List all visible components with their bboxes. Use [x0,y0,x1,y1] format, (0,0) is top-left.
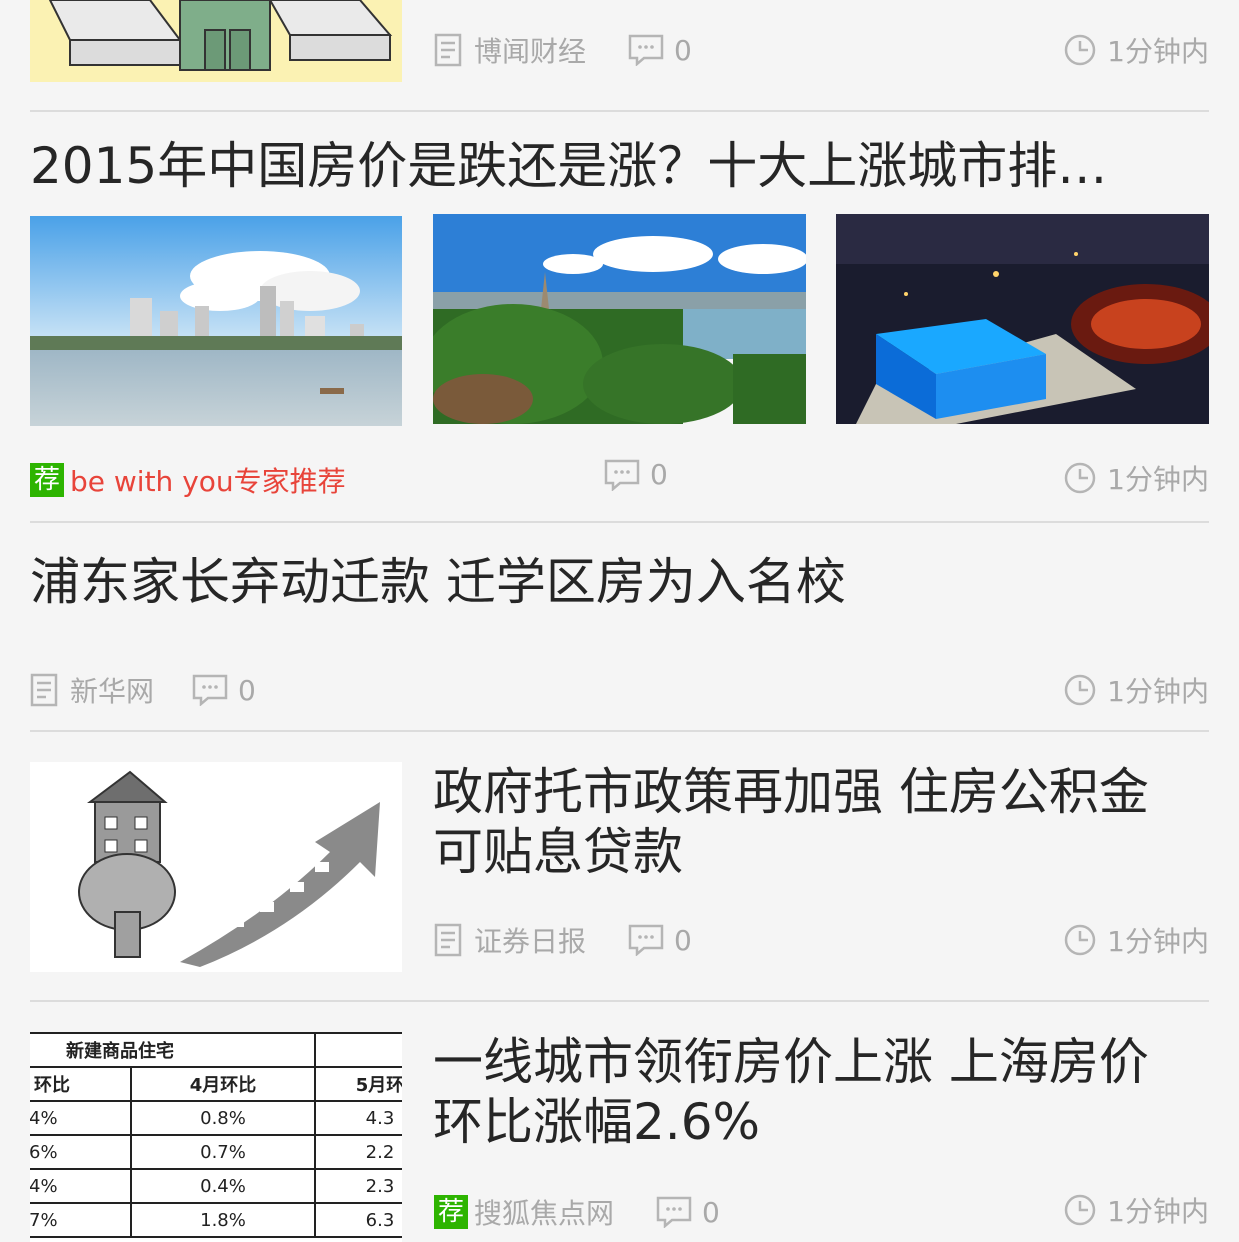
table-col-header: 环比 [30,1066,132,1102]
recommend-badge: 荐 [30,463,64,497]
comment-count: 0 [702,1195,720,1229]
table-cell: 4.3 [314,1100,402,1136]
newspaper-icon [434,33,462,67]
article-title[interactable]: 浦东家长弃动迁款 迁学区房为入名校 [30,552,846,612]
clock-icon [1064,462,1096,494]
table-col-header: 5月环 [314,1066,402,1102]
article-time: 1分钟内 [1107,463,1209,496]
newspaper-icon [30,673,58,707]
article-source: 证券日报 [474,925,587,958]
article-title[interactable]: 2015年中国房价是跌还是涨？十大上涨城市排… [30,136,1209,196]
comment-count: 0 [238,673,256,707]
table-cell: 2.3 [314,1168,402,1204]
clock-icon [1064,1194,1096,1226]
table-cell: 0.4% [130,1168,316,1204]
table-cell: 7% [30,1202,132,1238]
divider [30,521,1209,523]
article-title[interactable]: 政府托市政策再加强 住房公积金 [433,762,1149,822]
table-cell: 4% [30,1168,132,1204]
article-thumbnail[interactable]: 新建商品住宅 环比 4月环比 5月环 4% 0.8% 4.3 6% 0.7% 2… [30,1032,402,1242]
article-time: 1分钟内 [1107,1195,1209,1228]
table-cell: 1.8% [130,1202,316,1238]
table-cell: 2.2 [314,1134,402,1170]
comment-count: 0 [674,923,692,957]
table-cell: 6% [30,1134,132,1170]
clock-icon [1064,674,1096,706]
table-cell: 0.8% [130,1100,316,1136]
table-header: 新建商品住宅 [30,1032,316,1068]
comment-icon [192,674,228,706]
article-source: 搜狐焦点网 [474,1197,615,1230]
article-thumbnail[interactable] [836,214,1209,424]
clock-icon [1064,924,1096,956]
clock-icon [1064,34,1096,66]
article-title-line2[interactable]: 可贴息贷款 [433,822,683,882]
comment-icon [656,1196,692,1228]
table-col-header: 4月环比 [130,1066,316,1102]
article-thumbnail[interactable] [30,216,402,426]
table-cell: 0.7% [130,1134,316,1170]
newspaper-icon [434,923,462,957]
comment-icon [628,34,664,66]
comment-icon [604,459,640,491]
article-thumbnail[interactable] [30,0,402,82]
article-thumbnail[interactable] [433,214,806,424]
article-time: 1分钟内 [1107,925,1209,958]
table-cell: 4% [30,1100,132,1136]
divider [30,1000,1209,1002]
table-cell: 6.3 [314,1202,402,1238]
comment-icon [628,924,664,956]
article-title-line2[interactable]: 环比涨幅2.6% [433,1092,760,1152]
article-source: 博闻财经 [474,35,587,68]
article-time: 1分钟内 [1107,35,1209,68]
article-title[interactable]: 一线城市领衔房价上涨 上海房价 [433,1032,1149,1092]
article-source: 新华网 [70,675,155,708]
article-thumbnail[interactable] [30,762,402,972]
divider [30,730,1209,732]
recommend-badge: 荐 [434,1195,468,1229]
comment-count: 0 [650,458,668,491]
divider [30,110,1209,112]
price-table: 新建商品住宅 环比 4月环比 5月环 4% 0.8% 4.3 6% 0.7% 2… [30,1032,402,1238]
article-time: 1分钟内 [1107,675,1209,708]
comment-count: 0 [674,33,692,67]
article-source: be with you专家推荐 [70,465,346,498]
